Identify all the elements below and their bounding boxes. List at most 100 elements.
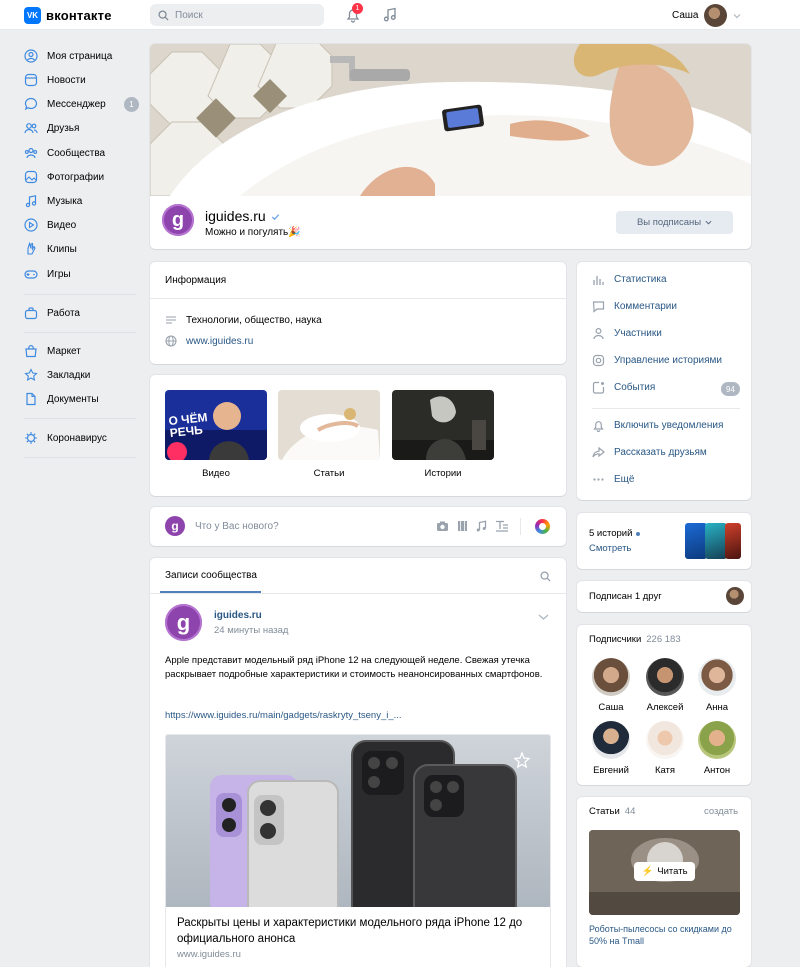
music-note-icon[interactable] (475, 520, 487, 532)
divider (150, 298, 566, 299)
sidebar-item-label: Фотографии (47, 171, 105, 183)
sidebar-item-friends[interactable]: Друзья (24, 120, 79, 136)
subscriber-item[interactable]: Саша (589, 658, 633, 713)
sidebar-item-games[interactable]: Игры (24, 266, 71, 282)
vk-logo[interactable]: VK вконтакте (24, 7, 112, 24)
subscriber-name: Евгений (593, 765, 629, 776)
camera-icon[interactable] (436, 520, 449, 532)
subscribed-button[interactable]: Вы подписаны (616, 211, 733, 234)
subscriber-item[interactable]: Антон (695, 721, 739, 776)
tab-community-posts[interactable]: Записи сообщества (165, 570, 257, 581)
post-link-snippet[interactable]: Раскрыты цены и характеристики модельног… (165, 734, 551, 967)
articles-tile-label[interactable]: Статьи (278, 468, 380, 479)
divider (150, 593, 566, 594)
subscriber-avatar (592, 721, 630, 759)
sidebar-item-communities[interactable]: Сообщества (24, 145, 105, 161)
sidebar-item-work[interactable]: Работа (24, 305, 80, 321)
sidebar-item-label: Друзья (47, 122, 80, 134)
subscriber-item[interactable]: Анна (695, 658, 739, 713)
search-input[interactable]: Поиск (150, 4, 324, 26)
menu-item-label: Ещё (614, 474, 635, 485)
stories-watch-link[interactable]: Смотреть (589, 543, 631, 554)
articles-tile[interactable] (278, 390, 380, 460)
sidebar-item-music[interactable]: Музыка (24, 193, 82, 209)
search-placeholder: Поиск (175, 9, 203, 21)
notifications-button[interactable]: 1 (344, 3, 363, 24)
video-tile-label[interactable]: Видео (165, 468, 267, 479)
stories-tile[interactable] (392, 390, 494, 460)
top-header: VK вконтакте Поиск 1 Саша (0, 0, 800, 30)
events-icon (592, 381, 605, 394)
articles-header[interactable]: Статьи 44 (589, 806, 635, 817)
chevron-down-icon[interactable] (538, 613, 549, 621)
sidebar-item-label: Видео (47, 219, 77, 231)
menu-item-stories-management[interactable]: Управление историями (592, 354, 722, 367)
work-icon (24, 306, 38, 320)
sidebar-item-label: Игры (47, 268, 71, 280)
post-author[interactable]: iguides.ru (214, 610, 262, 621)
menu-item-label: Статистика (614, 274, 667, 285)
poster-color-icon[interactable] (535, 519, 550, 534)
menu-item-notifications[interactable]: Включить уведомления (592, 419, 723, 432)
story-thumbnail[interactable] (725, 523, 741, 559)
search-icon[interactable] (540, 571, 551, 582)
vk-logo-icon: VK (24, 7, 41, 24)
sidebar-item-clips[interactable]: Клипы (24, 241, 77, 257)
friend-avatar[interactable] (726, 587, 744, 605)
menu-item-share[interactable]: Рассказать друзьям (592, 446, 707, 459)
stories-count: 5 историй (589, 528, 633, 539)
sidebar-item-news[interactable]: Новости (24, 72, 86, 88)
friends-card[interactable]: Подписан 1 друг (577, 581, 751, 612)
messenger-count-badge: 1 (124, 97, 139, 112)
subscriber-item[interactable]: Евгений (589, 721, 633, 776)
media-card: О ЧЁМ РЕЧЬ Видео Статьи Истории (150, 375, 566, 496)
sidebar-item-documents[interactable]: Документы (24, 391, 99, 407)
subscriber-avatar (698, 721, 736, 759)
subscriber-item[interactable]: Алексей (643, 658, 687, 713)
sidebar-item-label: Клипы (47, 243, 77, 255)
article-cover[interactable]: ⚡ Читать (589, 830, 740, 915)
text-lines-icon (166, 316, 176, 324)
menu-item-stats[interactable]: Статистика (592, 273, 667, 286)
create-article-link[interactable]: создать (704, 806, 738, 817)
story-thumbnail[interactable] (705, 523, 727, 559)
info-website-row[interactable]: www.iguides.ru (165, 335, 253, 347)
sidebar-item-label: Документы (47, 393, 99, 405)
music-button[interactable] (381, 6, 399, 24)
read-button[interactable]: ⚡ Читать (634, 862, 695, 881)
group-avatar[interactable]: g (162, 204, 194, 236)
article-caption[interactable]: Роботы-пылесосы со скидками до 50% на Tm… (589, 923, 739, 947)
composer-input[interactable]: Что у Вас нового? (195, 521, 279, 532)
sidebar-item-photos[interactable]: Фотографии (24, 169, 104, 185)
menu-item-events[interactable]: События (592, 381, 655, 394)
sidebar-item-bookmarks[interactable]: Закладки (24, 367, 90, 383)
stories-tile-label[interactable]: Истории (392, 468, 494, 479)
sidebar-item-market[interactable]: Маркет (24, 343, 81, 359)
sidebar-item-coronavirus[interactable]: Коронавирус (24, 430, 107, 446)
sidebar-item-my-page[interactable]: Моя страница (24, 48, 112, 64)
menu-item-comments[interactable]: Комментарии (592, 300, 677, 313)
menu-item-members[interactable]: Участники (592, 327, 662, 340)
document-icon (24, 392, 38, 406)
menu-item-more[interactable]: Ещё (592, 473, 634, 486)
post-link[interactable]: https://www.iguides.ru/main/gadgets/rask… (165, 710, 402, 721)
stories-count-row: 5 историй (589, 528, 641, 539)
info-website-link[interactable]: www.iguides.ru (186, 336, 253, 347)
subscriber-item[interactable]: Катя (643, 721, 687, 776)
post-author-avatar[interactable]: g (165, 604, 202, 641)
stories-icon (592, 354, 605, 367)
video-tile[interactable]: О ЧЁМ РЕЧЬ (165, 390, 267, 460)
sidebar-item-video[interactable]: Видео (24, 217, 76, 233)
story-thumbnail[interactable] (685, 523, 707, 559)
video-film-icon[interactable] (457, 520, 468, 532)
stories-card[interactable]: 5 историй Смотреть (577, 513, 751, 569)
members-icon (593, 327, 604, 340)
subscribers-header[interactable]: Подписчики 226 183 (589, 634, 681, 645)
read-button-label: Читать (657, 866, 688, 877)
group-name: iguides.ru (205, 208, 266, 224)
article-text-icon[interactable] (495, 520, 509, 532)
user-menu[interactable]: Саша (672, 4, 741, 27)
post-time[interactable]: 24 минуты назад (214, 625, 288, 636)
sidebar-item-messenger[interactable]: Мессенджер (24, 96, 106, 112)
subscribers-title: Подписчики (589, 634, 642, 645)
